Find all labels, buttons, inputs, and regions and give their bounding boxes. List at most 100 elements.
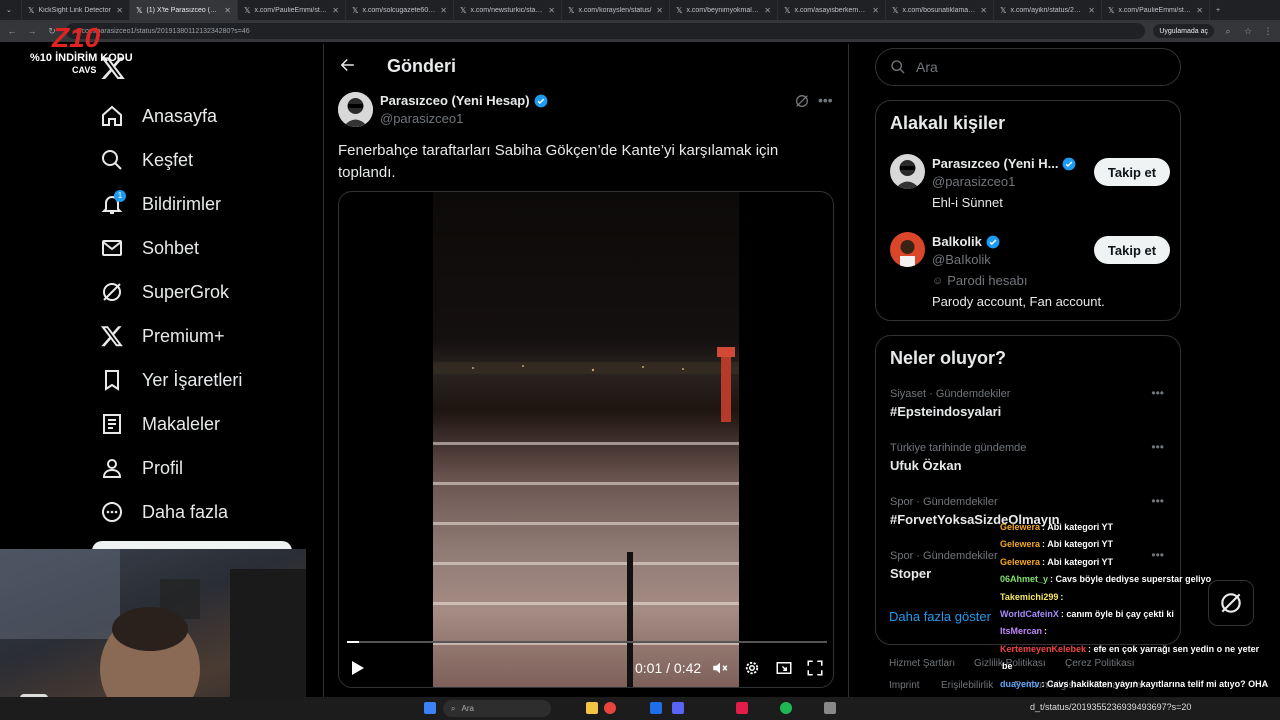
person-avatar[interactable] (890, 154, 925, 189)
open-in-app-button[interactable]: Uygulamada aç (1153, 24, 1214, 38)
back-nav-icon[interactable]: ← (6, 26, 18, 36)
taskbar-search[interactable]: ⌕ Ara (443, 700, 551, 717)
close-tab-icon[interactable]: ✕ (764, 6, 771, 15)
browser-tab[interactable]: 𝕏x.com/newsturkic/status/✕ (454, 0, 562, 20)
play-icon[interactable] (351, 660, 365, 676)
author-avatar[interactable] (338, 92, 373, 127)
nav-item-yer-i-aretleri[interactable]: Yer İşaretleri (100, 364, 242, 396)
column-divider (848, 44, 849, 720)
x-logo-icon[interactable] (100, 52, 126, 89)
chrome-icon[interactable] (604, 702, 616, 714)
tab-list-icon[interactable]: ⌄ (0, 0, 22, 20)
nav-item-makaleler[interactable]: Makaleler (100, 408, 220, 440)
url-field[interactable]: x.com/parasizceo1/status/201913801121323… (66, 23, 1146, 39)
star-icon[interactable]: ☆ (1242, 26, 1254, 37)
video-frame[interactable] (433, 192, 739, 687)
tab-title: x.com/beynimyokmalim/ (686, 6, 761, 14)
picture-in-picture-icon[interactable] (775, 659, 793, 677)
back-arrow-icon[interactable] (338, 56, 358, 76)
tab-title: (1) X'te Parasızceo (Yeni H (146, 6, 220, 14)
grok-float-button[interactable] (1208, 580, 1254, 626)
search-input[interactable] (916, 59, 1116, 75)
close-tab-icon[interactable]: ✕ (980, 6, 987, 15)
follow-button[interactable]: Takip et (1094, 158, 1170, 186)
settings-gear-icon[interactable] (743, 659, 761, 677)
person-name[interactable]: Parasızceo (Yeni H... (932, 156, 1076, 171)
chat-username: 06Ahmet_y (1000, 574, 1049, 585)
browser-tab[interactable]: 𝕏x.com/PaulieEmmi/status ✕ (238, 0, 346, 20)
chat-username: Gelewera (1000, 539, 1041, 550)
more-options-icon[interactable]: ••• (1151, 494, 1164, 508)
show-more-link[interactable]: Daha fazla göster (889, 609, 991, 624)
grok-icon[interactable] (794, 93, 810, 109)
new-tab-icon[interactable]: + (1210, 0, 1230, 20)
nav-item-bildirimler[interactable]: 1 Bildirimler (100, 188, 221, 220)
close-tab-icon[interactable]: ✕ (548, 6, 555, 15)
tab-title: x.com/PaulieEmmi/status (254, 6, 329, 14)
nav-item-supergrok[interactable]: SuperGrok (100, 276, 229, 308)
browser-tab[interactable]: 𝕏(1) X'te Parasızceo (Yeni H ✕ (130, 0, 238, 20)
author-handle[interactable]: @parasizceo1 (380, 111, 463, 126)
person-handle: @BaIkolik (932, 252, 991, 267)
browser-address-bar: ← → ↻ x.com/parasizceo1/status/201913801… (0, 20, 1280, 42)
spotify-icon[interactable] (780, 702, 792, 714)
nav-item-sohbet[interactable]: Sohbet (100, 232, 199, 264)
footer-link[interactable]: Hizmet Şartları (889, 658, 955, 669)
browser-tab[interactable]: 𝕏x.com/PaulieEmmi/status ✕ (1102, 0, 1210, 20)
close-tab-icon[interactable]: ✕ (1196, 6, 1203, 15)
mute-icon[interactable] (711, 659, 729, 677)
search-box[interactable] (875, 48, 1181, 86)
trend-item[interactable]: Siyaset · Gündemdekiler #Epsteindosyalari… (890, 386, 1172, 419)
zoom-icon[interactable]: ⌕ (1222, 26, 1234, 37)
app-icon[interactable] (824, 702, 836, 714)
more-options-icon[interactable]: ••• (1151, 440, 1164, 454)
close-tab-icon[interactable]: ✕ (656, 6, 663, 15)
browser-tab[interactable]: 𝕏x.com/ayikri/status/2019 ✕ (994, 0, 1102, 20)
trend-item[interactable]: Türkiye tarihinde gündemde Ufuk Özkan ••• (890, 440, 1172, 473)
windows-start-icon[interactable] (424, 702, 436, 714)
chat-text: : Abi kategori YT (1042, 556, 1114, 567)
nav-item-anasayfa[interactable]: Anasayfa (100, 100, 217, 132)
footer-link[interactable]: Imprint (889, 680, 920, 691)
menu-icon[interactable]: ⋮ (1262, 26, 1274, 37)
close-tab-icon[interactable]: ✕ (332, 6, 339, 15)
trends-title: Neler oluyor? (890, 348, 1007, 368)
video-player[interactable]: 0:01 / 0:42 (338, 191, 834, 688)
app-icon[interactable] (736, 702, 748, 714)
browser-tab[interactable]: 𝕏x.com/bosunatiklama/sta ✕ (886, 0, 994, 20)
person-name[interactable]: Balkolik (932, 234, 1000, 249)
close-tab-icon[interactable]: ✕ (440, 6, 447, 15)
browser-tab[interactable]: 𝕏 KickSight Link Detector ✕ (22, 0, 130, 20)
author-name[interactable]: Parasızceo (Yeni Hesap) (380, 93, 548, 108)
chat-text: : (1044, 626, 1048, 637)
trend-category: Spor · Gündemdekiler (890, 496, 998, 508)
close-tab-icon[interactable]: ✕ (872, 6, 879, 15)
discord-icon[interactable] (672, 702, 684, 714)
nav-item-daha-fazla[interactable]: Daha fazla (100, 496, 228, 528)
x-favicon-icon: 𝕏 (28, 5, 35, 15)
trend-category: Türkiye tarihinde gündemde (890, 442, 1027, 454)
x-favicon-icon: 𝕏 (568, 5, 575, 15)
close-tab-icon[interactable]: ✕ (224, 6, 231, 15)
more-options-icon[interactable]: ••• (1151, 386, 1164, 400)
close-tab-icon[interactable]: ✕ (116, 6, 123, 15)
nav-item-profil[interactable]: Profil (100, 452, 183, 484)
fullscreen-icon[interactable] (806, 659, 824, 677)
chat-username: ItsMercan (1000, 626, 1043, 637)
grok-icon (1221, 593, 1241, 613)
footer-link[interactable]: Erişilebilirlik (941, 680, 993, 691)
video-progress-bar[interactable] (347, 641, 827, 643)
edge-icon[interactable] (650, 702, 662, 714)
browser-tab[interactable]: 𝕏x.com/korayslen/status/ ✕ (562, 0, 670, 20)
browser-tab[interactable]: 𝕏x.com/asayisberkemal0/✕ (778, 0, 886, 20)
browser-tab[interactable]: 𝕏x.com/solcugazete60/stat ✕ (346, 0, 454, 20)
follow-button[interactable]: Takip et (1094, 236, 1170, 264)
more-options-icon[interactable]: ••• (818, 92, 833, 108)
browser-tab[interactable]: 𝕏x.com/beynimyokmalim/✕ (670, 0, 778, 20)
file-explorer-icon[interactable] (586, 702, 598, 714)
close-tab-icon[interactable]: ✕ (1088, 6, 1095, 15)
nav-item-premium-[interactable]: Premium+ (100, 320, 225, 352)
nav-item-ke-fet[interactable]: Keşfet (100, 144, 193, 176)
nav-label: Daha fazla (142, 501, 229, 522)
person-avatar[interactable] (890, 232, 925, 267)
